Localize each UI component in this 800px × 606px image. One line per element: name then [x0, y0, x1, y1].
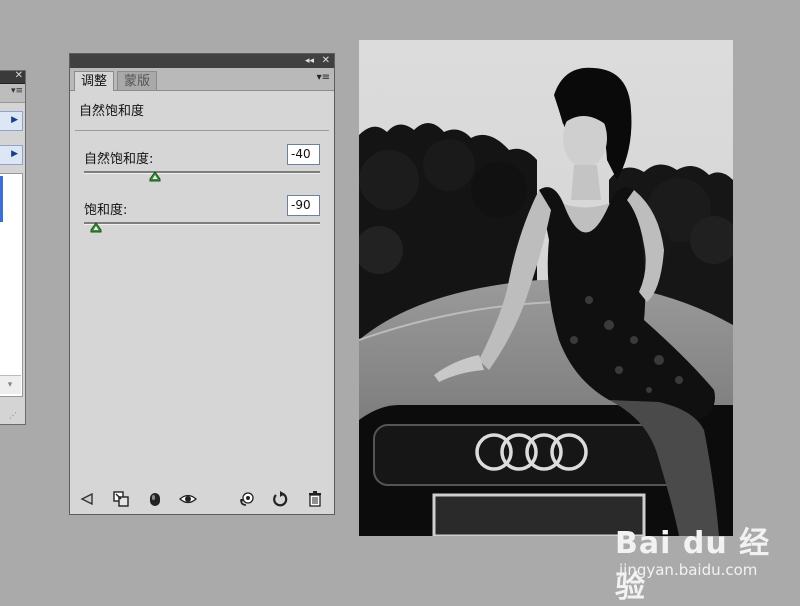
trash-icon[interactable]	[306, 490, 324, 508]
collapse-double-arrow-icon[interactable]: ◂◂	[305, 54, 314, 68]
resize-grip-icon[interactable]: ⋰	[9, 411, 17, 420]
panel-titlebar[interactable]: ◂◂ ✕	[70, 54, 334, 68]
left-panel-list[interactable]	[0, 173, 23, 397]
clip-layer-icon[interactable]	[146, 490, 164, 508]
list-selection-indicator	[0, 176, 3, 222]
baidu-jingyan-watermark: Bai du 经验 jingyan.baidu.com	[615, 512, 795, 605]
panel-tabbar: 调整 蒙版 ▾≡	[70, 68, 334, 91]
expand-arrow-icon[interactable]: ▶	[11, 149, 18, 159]
left-panel: ✕ ▾≡ ▶ ▶ ▾ ⋰	[0, 70, 26, 425]
panel-menu-icon[interactable]: ▾≡	[11, 86, 23, 96]
vibrance-input[interactable]: -40	[287, 144, 320, 165]
back-arrow-icon[interactable]	[78, 490, 96, 508]
saturation-label: 饱和度:	[84, 203, 128, 218]
left-panel-row[interactable]: ▶	[0, 145, 23, 165]
saturation-input[interactable]: -90	[287, 195, 320, 216]
left-panel-row[interactable]: ▶	[0, 111, 23, 131]
tab-masks[interactable]: 蒙版	[117, 71, 158, 90]
grayscale-portrait-photo	[359, 40, 733, 536]
panel-toolbar	[70, 484, 334, 514]
vibrance-label: 自然饱和度:	[84, 152, 154, 167]
divider	[75, 130, 329, 131]
tab-adjustments[interactable]: 调整	[74, 71, 115, 91]
left-panel-titlebar: ✕	[0, 70, 25, 84]
vibrance-slider-track[interactable]	[84, 171, 320, 182]
visibility-eye-icon[interactable]	[179, 490, 197, 508]
previous-state-icon[interactable]	[238, 490, 256, 508]
panel-menu-icon[interactable]: ▾≡	[317, 72, 330, 83]
adjustment-title: 自然饱和度	[79, 104, 145, 119]
expand-view-icon[interactable]	[112, 490, 130, 508]
close-icon[interactable]: ✕	[322, 54, 330, 68]
left-panel-tabbar: ▾≡	[0, 84, 25, 103]
expand-arrow-icon[interactable]: ▶	[11, 115, 18, 125]
scroll-down-icon[interactable]: ▾	[0, 375, 21, 394]
adjustments-panel: ◂◂ ✕ 调整 蒙版 ▾≡ 自然饱和度 自然饱和度: -40 饱和度: -90	[69, 53, 335, 515]
watermark-url: jingyan.baidu.com	[619, 561, 758, 579]
saturation-slider-track[interactable]	[84, 222, 320, 233]
reset-icon[interactable]	[271, 490, 289, 508]
close-icon[interactable]: ✕	[15, 70, 23, 81]
